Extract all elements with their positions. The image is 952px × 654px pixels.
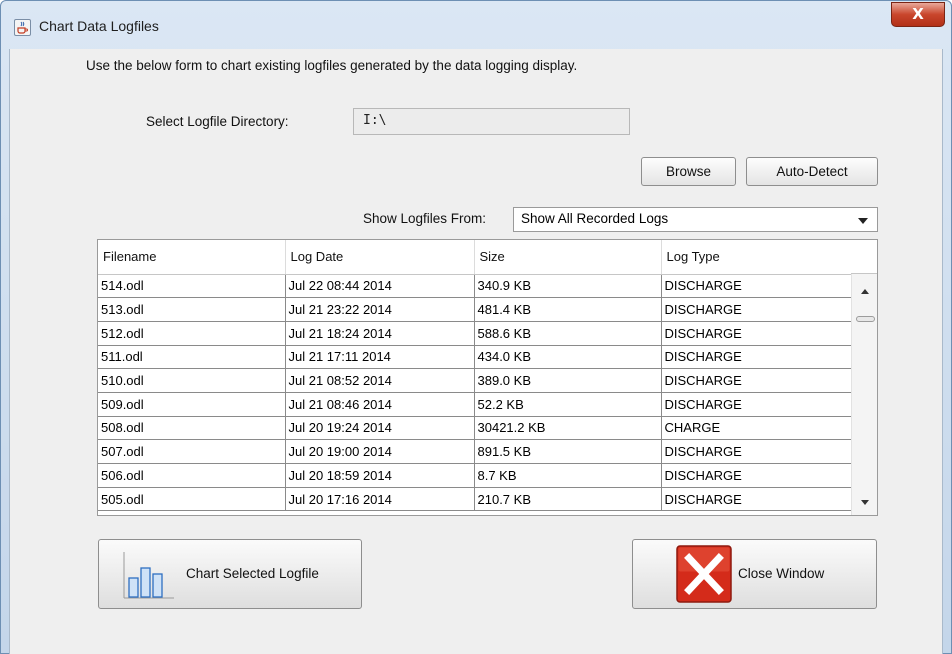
logfile-table: Filename Log Date Size Log Type 514.odl J… xyxy=(97,239,878,516)
column-header-log-date[interactable]: Log Date xyxy=(285,240,475,275)
directory-field[interactable]: I:\ xyxy=(353,108,630,135)
cell-log-date: Jul 20 18:59 2014 xyxy=(285,463,475,488)
cell-size: 389.0 KB xyxy=(474,368,662,393)
cell-log-date: Jul 22 08:44 2014 xyxy=(285,274,475,299)
cell-log-type: DISCHARGE xyxy=(661,345,852,370)
red-x-icon xyxy=(675,544,733,604)
close-window-button[interactable]: Close Window xyxy=(632,539,877,609)
java-cup-icon xyxy=(14,19,31,36)
cell-log-date: Jul 20 19:00 2014 xyxy=(285,439,475,464)
cell-log-type: DISCHARGE xyxy=(661,439,852,464)
cell-log-date: Jul 21 23:22 2014 xyxy=(285,297,475,322)
cell-log-date: Jul 20 19:24 2014 xyxy=(285,416,475,441)
chart-button-label: Chart Selected Logfile xyxy=(186,566,319,581)
intro-text: Use the below form to chart existing log… xyxy=(86,58,578,73)
scroll-up-arrow-icon[interactable] xyxy=(861,289,869,294)
directory-label: Select Logfile Directory: xyxy=(146,114,289,129)
cell-log-date: Jul 21 18:24 2014 xyxy=(285,321,475,346)
cell-filename: 508.odl xyxy=(98,416,286,441)
cell-log-type: CHARGE xyxy=(661,416,852,441)
table-row[interactable]: 509.odl Jul 21 08:46 2014 52.2 KB DISCHARGE xyxy=(98,392,852,417)
log-source-selected: Show All Recorded Logs xyxy=(521,211,669,226)
cell-size: 210.7 KB xyxy=(474,487,662,512)
cell-filename: 506.odl xyxy=(98,463,286,488)
cell-filename: 511.odl xyxy=(98,345,286,370)
column-header-log-type[interactable]: Log Type xyxy=(661,240,852,275)
cell-size: 588.6 KB xyxy=(474,321,662,346)
cell-size: 8.7 KB xyxy=(474,463,662,488)
table-row[interactable]: 506.odl Jul 20 18:59 2014 8.7 KB DISCHARGE xyxy=(98,463,852,488)
table-row[interactable]: 512.odl Jul 21 18:24 2014 588.6 KB DISCHARG… xyxy=(98,321,852,346)
window-close-button[interactable]: X xyxy=(891,2,945,27)
table-vertical-scrollbar[interactable] xyxy=(851,274,877,515)
cell-log-date: Jul 20 17:16 2014 xyxy=(285,487,475,512)
cell-log-type: DISCHARGE xyxy=(661,321,852,346)
cell-log-type: DISCHARGE xyxy=(661,463,852,488)
title-bar: Chart Data Logfiles X xyxy=(1,1,951,49)
table-header-corner xyxy=(851,240,877,274)
cell-filename: 514.odl xyxy=(98,274,286,299)
cell-log-date: Jul 21 17:11 2014 xyxy=(285,345,475,370)
filter-label: Show Logfiles From: xyxy=(363,211,487,226)
cell-size: 481.4 KB xyxy=(474,297,662,322)
browse-button[interactable]: Browse xyxy=(641,157,736,186)
cell-size: 340.9 KB xyxy=(474,274,662,299)
chevron-down-icon xyxy=(858,218,868,224)
table-row[interactable]: 511.odl Jul 21 17:11 2014 434.0 KB DISCHARG… xyxy=(98,345,852,370)
scroll-down-arrow-icon[interactable] xyxy=(861,500,869,505)
cell-log-type: DISCHARGE xyxy=(661,487,852,512)
cell-size: 891.5 KB xyxy=(474,439,662,464)
close-button-label: Close Window xyxy=(738,566,825,581)
chart-selected-logfile-button[interactable]: Chart Selected Logfile xyxy=(98,539,362,609)
table-row[interactable]: 508.odl Jul 20 19:24 2014 30421.2 KB CHARGE xyxy=(98,416,852,441)
cell-filename: 510.odl xyxy=(98,368,286,393)
cell-filename: 513.odl xyxy=(98,297,286,322)
cell-size: 30421.2 KB xyxy=(474,416,662,441)
cell-log-type: DISCHARGE xyxy=(661,297,852,322)
log-source-select[interactable]: Show All Recorded Logs xyxy=(513,207,878,232)
window-title: Chart Data Logfiles xyxy=(39,18,159,34)
table-header-row: Filename Log Date Size Log Type xyxy=(98,240,852,275)
cell-log-date: Jul 21 08:46 2014 xyxy=(285,392,475,417)
cell-log-date: Jul 21 08:52 2014 xyxy=(285,368,475,393)
table-row[interactable]: 514.odl Jul 22 08:44 2014 340.9 KB DISCHARG… xyxy=(98,274,852,299)
cell-log-type: DISCHARGE xyxy=(661,392,852,417)
auto-detect-button[interactable]: Auto-Detect xyxy=(746,157,878,186)
cell-filename: 505.odl xyxy=(98,487,286,512)
cell-filename: 512.odl xyxy=(98,321,286,346)
table-row[interactable]: 513.odl Jul 21 23:22 2014 481.4 KB DISCHARG… xyxy=(98,297,852,322)
table-row[interactable]: 507.odl Jul 20 19:00 2014 891.5 KB DISCHARG… xyxy=(98,439,852,464)
table-row[interactable]: 510.odl Jul 21 08:52 2014 389.0 KB DISCHARG… xyxy=(98,368,852,393)
cell-size: 52.2 KB xyxy=(474,392,662,417)
cell-size: 434.0 KB xyxy=(474,345,662,370)
column-header-filename[interactable]: Filename xyxy=(98,240,286,275)
cell-filename: 507.odl xyxy=(98,439,286,464)
bar-chart-icon xyxy=(120,548,176,602)
scroll-thumb[interactable] xyxy=(856,316,875,322)
cell-log-type: DISCHARGE xyxy=(661,274,852,299)
column-header-size[interactable]: Size xyxy=(474,240,662,275)
table-row[interactable]: 505.odl Jul 20 17:16 2014 210.7 KB DISCHARG… xyxy=(98,487,852,512)
cell-filename: 509.odl xyxy=(98,392,286,417)
cell-log-type: DISCHARGE xyxy=(661,368,852,393)
